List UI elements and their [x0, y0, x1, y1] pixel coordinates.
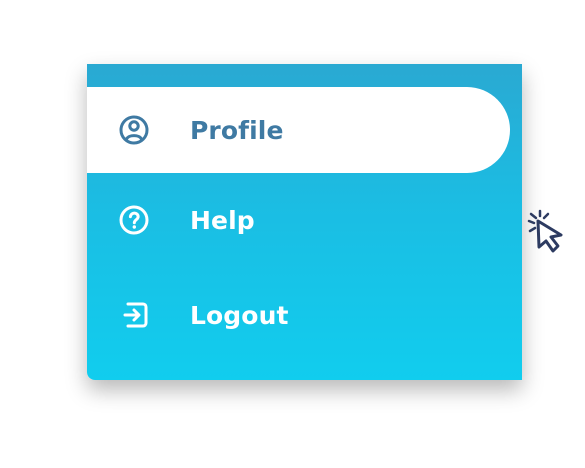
menu-item-logout[interactable]: Logout	[87, 274, 507, 356]
app-stage: Profile Help Logout	[0, 0, 585, 468]
user-circle-icon	[117, 113, 151, 147]
menu-item-label: Logout	[190, 300, 289, 330]
menu-item-label: Help	[190, 205, 255, 235]
menu-panel: Profile Help Logout	[87, 64, 563, 380]
menu-item-profile[interactable]: Profile	[87, 87, 510, 173]
question-circle-icon	[117, 203, 151, 237]
menu-item-help[interactable]: Help	[87, 179, 507, 261]
cursor-icon	[520, 204, 576, 260]
logout-icon	[117, 298, 151, 332]
menu-item-label: Profile	[190, 115, 284, 145]
